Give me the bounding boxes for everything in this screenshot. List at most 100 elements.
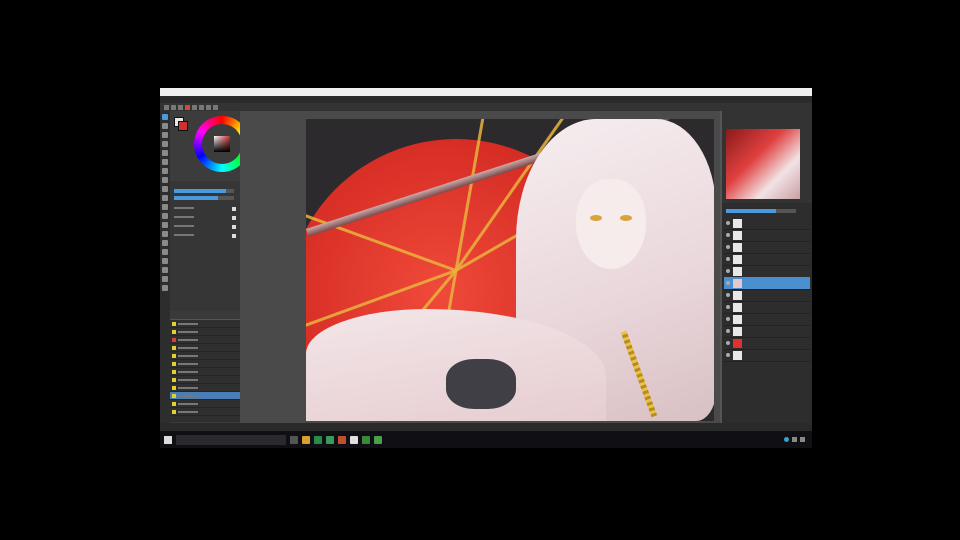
top-toolbar	[160, 103, 812, 111]
settings-icon[interactable]	[162, 285, 168, 291]
property-row	[174, 234, 236, 240]
menu-bar	[160, 96, 812, 103]
list-item[interactable]	[170, 320, 240, 328]
redo-icon[interactable]	[199, 104, 204, 110]
app-icon[interactable]	[314, 435, 322, 444]
eye-art	[590, 215, 602, 221]
brush-mode-icon[interactable]	[185, 104, 190, 110]
undo-icon[interactable]	[192, 104, 197, 110]
save-icon[interactable]	[178, 104, 183, 110]
network-icon[interactable]	[792, 437, 797, 442]
list-item[interactable]	[170, 344, 240, 352]
visibility-eye-icon[interactable]	[726, 269, 730, 273]
volume-icon[interactable]	[800, 437, 805, 442]
visibility-eye-icon[interactable]	[726, 341, 730, 345]
shape-icon[interactable]	[162, 195, 168, 201]
visibility-eye-icon[interactable]	[726, 281, 730, 285]
app-icon[interactable]	[326, 435, 334, 444]
visibility-eye-icon[interactable]	[726, 233, 730, 237]
material-list-panel	[170, 319, 240, 422]
text-icon[interactable]	[162, 186, 168, 192]
navigator-panel	[722, 111, 812, 203]
selection-icon[interactable]	[162, 141, 168, 147]
saturation-value-square[interactable]	[214, 136, 230, 152]
list-item[interactable]	[170, 360, 240, 368]
layer-opacity-slider[interactable]	[726, 209, 796, 213]
grid-icon[interactable]	[162, 267, 168, 273]
property-row	[174, 225, 236, 231]
list-item[interactable]	[170, 384, 240, 392]
palette-icon[interactable]	[162, 276, 168, 282]
pen-tool-icon[interactable]	[162, 114, 168, 120]
status-bar	[160, 423, 812, 431]
layer-thumbnail	[733, 338, 742, 348]
list-item-selected[interactable]	[170, 392, 240, 400]
list-item[interactable]	[170, 400, 240, 408]
hand-icon[interactable]	[162, 168, 168, 174]
background-color-swatch[interactable]	[178, 121, 188, 131]
list-item[interactable]	[170, 328, 240, 336]
windows-start-icon[interactable]	[164, 435, 172, 444]
lasso-icon[interactable]	[162, 231, 168, 237]
tool-strip	[160, 111, 170, 431]
snap-icon[interactable]	[162, 258, 168, 264]
gloved-hand-art	[446, 359, 516, 409]
property-checkbox[interactable]	[232, 234, 236, 238]
list-item[interactable]	[170, 368, 240, 376]
smudge-icon[interactable]	[162, 222, 168, 228]
brush-opacity-slider[interactable]	[174, 196, 234, 200]
zoom-icon[interactable]	[162, 177, 168, 183]
list-item[interactable]	[170, 376, 240, 384]
layer-thumbnail	[733, 218, 742, 228]
visibility-eye-icon[interactable]	[726, 221, 730, 225]
property-checkbox[interactable]	[232, 216, 236, 220]
transform-icon[interactable]	[162, 240, 168, 246]
list-item[interactable]	[170, 352, 240, 360]
file-explorer-icon[interactable]	[302, 435, 310, 444]
eyedropper-icon[interactable]	[162, 159, 168, 165]
rotate-icon[interactable]	[213, 104, 218, 110]
artwork-canvas[interactable]	[306, 119, 714, 421]
eraser-icon[interactable]	[162, 123, 168, 129]
app-icon[interactable]	[374, 435, 382, 444]
new-file-icon[interactable]	[164, 104, 169, 110]
flip-icon[interactable]	[206, 104, 211, 110]
blur-icon[interactable]	[162, 213, 168, 219]
property-row	[174, 216, 236, 222]
brush-size-slider[interactable]	[174, 189, 234, 193]
list-item[interactable]	[170, 336, 240, 344]
character-face-art	[576, 179, 646, 269]
open-file-icon[interactable]	[171, 104, 176, 110]
layer-thumbnail	[733, 254, 742, 264]
visibility-eye-icon[interactable]	[726, 329, 730, 333]
layer-row[interactable]	[724, 349, 810, 362]
visibility-eye-icon[interactable]	[726, 353, 730, 357]
visibility-eye-icon[interactable]	[726, 317, 730, 321]
navigator-thumbnail[interactable]	[726, 129, 800, 199]
visibility-eye-icon[interactable]	[726, 305, 730, 309]
ruler-icon[interactable]	[162, 249, 168, 255]
list-item[interactable]	[170, 408, 240, 416]
fill-icon[interactable]	[162, 132, 168, 138]
desktop-screen	[160, 88, 812, 448]
property-checkbox[interactable]	[232, 225, 236, 229]
visibility-eye-icon[interactable]	[726, 293, 730, 297]
app-icon[interactable]	[338, 435, 346, 444]
visibility-eye-icon[interactable]	[726, 245, 730, 249]
layer-thumbnail	[733, 230, 742, 240]
gradient-icon[interactable]	[162, 204, 168, 210]
property-checkbox[interactable]	[232, 207, 236, 211]
property-row	[174, 207, 236, 213]
tray-app-icon[interactable]	[784, 437, 789, 442]
color-panel	[170, 111, 250, 181]
color-wheel-center	[202, 124, 242, 164]
canvas-area[interactable]	[240, 111, 722, 423]
system-tray	[784, 437, 812, 442]
taskbar-search-box[interactable]	[176, 434, 286, 445]
move-icon[interactable]	[162, 150, 168, 156]
task-view-icon[interactable]	[290, 435, 298, 444]
paint-app-icon[interactable]	[350, 435, 358, 444]
app-icon[interactable]	[362, 435, 370, 444]
layer-thumbnail	[733, 242, 742, 252]
visibility-eye-icon[interactable]	[726, 257, 730, 261]
